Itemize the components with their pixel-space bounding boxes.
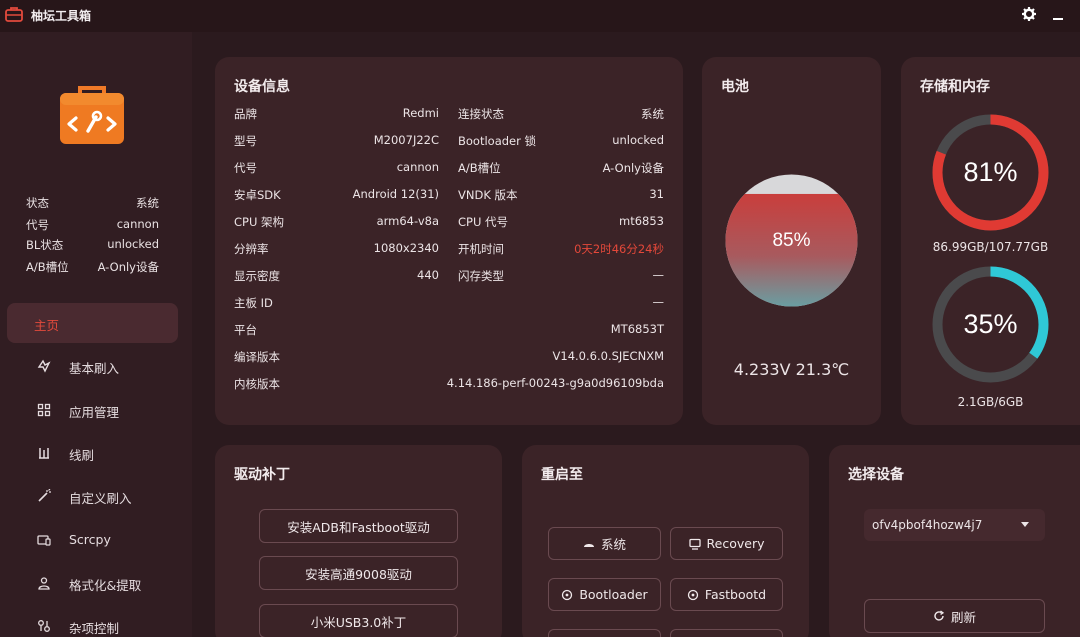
monitor-icon (688, 538, 701, 550)
reboot-recovery-button[interactable]: Recovery (670, 527, 783, 560)
device-vndk-row: VNDK 版本 31 (458, 187, 664, 202)
storage-title: 存储和内存 (920, 79, 990, 95)
app-title: 柚坛工具箱 (31, 9, 92, 23)
refresh-button[interactable]: 刷新 (864, 599, 1045, 633)
device-cpu-arch-row: CPU 架构 arm64-v8a (234, 214, 439, 229)
sidebar-item-app-manager[interactable]: 应用管理 (7, 390, 178, 430)
device-kernel-row: 内核版本 4.14.186-perf-00243-g9a0d96109bda (234, 376, 664, 391)
battery-title: 电池 (721, 79, 749, 95)
select-device-card: 选择设备 ofv4pbof4hozw4j7 刷新 (829, 445, 1080, 637)
memory-percent-text: 35% (963, 309, 1017, 339)
minimize-icon[interactable] (1051, 8, 1065, 22)
flash-icon (37, 359, 51, 373)
refresh-icon (934, 610, 945, 621)
storage-memory-card: 存储和内存 81% 86.99GB/107.77GB 35% 2.1GB/6GB (901, 57, 1080, 425)
toolbox-icon (5, 7, 23, 22)
format-icon (38, 577, 50, 590)
device-select[interactable]: ofv4pbof4hozw4j7 (864, 509, 1045, 541)
sidebar-item-basic-flash[interactable]: 基本刷入 (7, 346, 178, 386)
sidebar-item-home[interactable]: 主页 (7, 303, 178, 343)
battery-card: 电池 85% 4.233V 21.3℃ (702, 57, 881, 425)
apps-icon (37, 403, 51, 417)
device-uptime-row: 开机时间 0天2时46分24秒 (458, 242, 664, 256)
reboot-more-button[interactable] (670, 629, 783, 637)
device-build-row: 编译版本 V14.0.6.0.SJECNXM (234, 349, 664, 364)
line-flash-icon (39, 448, 49, 459)
reboot-card: 重启至 系统 Recovery Bootloader Fastbootd (522, 445, 809, 637)
device-platform-row: 平台 MT6853T (234, 322, 664, 337)
sidebar-codename-row: 代号 cannon (26, 217, 159, 232)
device-model-row: 型号 M2007J22C (234, 133, 439, 148)
select-device-title: 选择设备 (848, 467, 904, 483)
sidebar-item-custom-flash[interactable]: 自定义刷入 (7, 476, 178, 516)
device-codename-row: 代号 cannon (234, 160, 439, 175)
memory-detail: 2.1GB/6GB (957, 395, 1024, 409)
sidebar-item-line-flash[interactable]: 线刷 (7, 433, 178, 473)
device-bootloader-row: Bootloader 锁 unlocked (458, 133, 664, 148)
device-sdk-row: 安卓SDK Android 12(31) (234, 187, 439, 202)
uptime-value: 0天2时46分24秒 (574, 242, 664, 256)
device-brand-row: 品牌 Redmi (234, 106, 439, 121)
sidebar-status-row: 状态 系统 (26, 196, 159, 210)
sidebar-item-misc-control[interactable]: 杂项控制 (7, 606, 178, 637)
toolbox-logo-icon (60, 86, 124, 144)
install-adb-fastboot-button[interactable]: 安装ADB和Fastboot驱动 (259, 509, 458, 543)
reboot-more-button[interactable] (548, 629, 661, 637)
device-flash-type-row: 闪存类型 — (458, 268, 664, 283)
battery-percent-text: 85% (772, 230, 810, 251)
driver-patch-card: 驱动补丁 安装ADB和Fastboot驱动 安装高通9008驱动 小米USB3.… (215, 445, 502, 637)
power-icon (687, 589, 699, 600)
device-select-value: ofv4pbof4hozw4j7 (872, 518, 983, 532)
storage-percent-text: 81% (963, 157, 1017, 187)
power-icon (562, 589, 573, 600)
device-info-title: 设备信息 (234, 79, 290, 95)
sidebar: 状态 系统 代号 cannon BL状态 unlocked A/B槽位 A-On… (0, 32, 192, 637)
reboot-bootloader-button[interactable]: Bootloader (548, 578, 661, 611)
wand-icon (38, 489, 51, 502)
storage-ring: 81% (932, 114, 1049, 231)
android-icon (583, 543, 594, 547)
driver-title: 驱动补丁 (234, 467, 290, 483)
battery-level-gauge: 85% (725, 174, 858, 307)
sidebar-ab-row: A/B槽位 A-Only设备 (26, 260, 159, 274)
install-9008-driver-button[interactable]: 安装高通9008驱动 (259, 556, 458, 590)
sidebar-bl-row: BL状态 unlocked (26, 237, 159, 252)
chevron-down-icon (1021, 522, 1029, 527)
reboot-fastbootd-button[interactable]: Fastbootd (670, 578, 783, 611)
battery-voltage-temp: 4.233V 21.3℃ (733, 360, 850, 379)
device-board-id-row: 主板 ID — (234, 295, 664, 310)
device-info-card: 设备信息 品牌 Redmi 型号 M2007J22C 代号 cannon 安卓SDK A… (215, 57, 683, 425)
device-density-row: 显示密度 440 (234, 268, 439, 283)
reboot-system-button[interactable]: 系统 (548, 527, 661, 560)
device-ab-slot-row: A/B槽位 A-Only设备 (458, 161, 664, 175)
device-resolution-row: 分辨率 1080x2340 (234, 241, 439, 256)
device-connection-row: 连接状态 系统 (458, 107, 664, 121)
memory-ring: 35% (932, 266, 1049, 383)
gear-icon[interactable] (1021, 6, 1037, 22)
title-bar: 柚坛工具箱 (0, 0, 1080, 32)
mi-usb3-patch-button[interactable]: 小米USB3.0补丁 (259, 604, 458, 637)
sidebar-item-format-extract[interactable]: 格式化&提取 (7, 563, 178, 603)
reboot-title: 重启至 (541, 467, 583, 483)
storage-detail: 86.99GB/107.77GB (932, 240, 1049, 254)
device-cpu-code-row: CPU 代号 mt6853 (458, 214, 664, 229)
sidebar-item-scrcpy[interactable]: Scrcpy (7, 520, 178, 560)
screen-icon (37, 535, 51, 546)
misc-icon (38, 620, 50, 632)
